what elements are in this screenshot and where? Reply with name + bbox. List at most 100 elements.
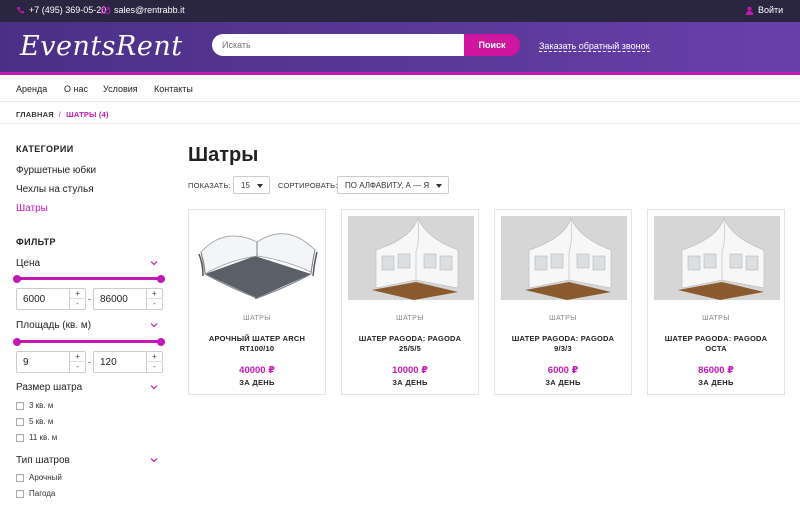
decrement-button[interactable]: -	[147, 299, 163, 309]
pagoda-tent-icon[interactable]	[348, 216, 474, 300]
chevron-down-icon[interactable]	[150, 456, 158, 464]
login-link[interactable]: Войти	[745, 5, 783, 15]
checkbox-label: 3 кв. м	[29, 401, 54, 410]
site-header: EventsRent Поиск Заказать обратный звоно…	[0, 22, 800, 75]
callback-link[interactable]: Заказать обратный звонок	[539, 41, 650, 52]
decrement-button[interactable]: -	[70, 299, 86, 309]
show-count-value: 15	[241, 180, 250, 190]
category-item-tents[interactable]: Шатры	[16, 203, 48, 214]
decrement-button[interactable]: -	[147, 362, 163, 372]
filter-title: ФИЛЬТР	[16, 237, 56, 247]
sort-select[interactable]: ПО АЛФАВИТУ, А — Я	[337, 176, 449, 194]
price-max-stepper[interactable]: + -	[146, 289, 163, 309]
caret-down-icon	[257, 184, 263, 188]
product-card[interactable]: ШАТРЫ ШАТЕР PAGODA: PAGODA OCTA 86000 ₽ …	[647, 209, 785, 395]
area-min-value: 9	[23, 356, 29, 368]
checkbox[interactable]	[16, 489, 24, 498]
area-max-input[interactable]: 120 + -	[93, 351, 163, 373]
increment-button[interactable]: +	[69, 289, 86, 299]
email-address: sales@rentrabb.it	[114, 5, 185, 15]
search-button[interactable]: Поиск	[464, 34, 520, 56]
category-item-chair-covers[interactable]: Чехлы на стулья	[16, 184, 94, 195]
price-period: ЗА ДЕНЬ	[545, 378, 581, 387]
breadcrumb-current: ШАТРЫ (4)	[66, 110, 109, 119]
decrement-button[interactable]: -	[70, 362, 86, 372]
checkbox[interactable]	[16, 433, 24, 442]
product-price: 10000 ₽	[392, 365, 428, 376]
checkbox-label: Пагода	[29, 489, 56, 498]
arch-tent-icon[interactable]	[195, 216, 321, 300]
email-link[interactable]: sales@rentrabb.it	[101, 5, 185, 15]
range-dash: -	[88, 294, 91, 304]
chevron-down-icon[interactable]	[150, 321, 158, 329]
checkbox-label: 11 кв. м	[29, 433, 58, 442]
show-label: ПОКАЗАТЬ:	[188, 181, 231, 190]
area-filter-label[interactable]: Площадь (кв. м)	[16, 320, 91, 331]
price-max-value: 86000	[100, 293, 128, 305]
product-category: ШАТРЫ	[549, 315, 577, 322]
phone-icon	[16, 6, 25, 13]
tent-type-filter-label[interactable]: Тип шатров	[16, 455, 70, 466]
checkbox-label: Арочный	[29, 473, 62, 482]
sort-label: СОРТИРОВАТЬ:	[278, 181, 338, 190]
product-name[interactable]: ШАТЕР PAGODA: PAGODA 9/3/3	[503, 334, 623, 354]
phone-link[interactable]: +7 (495) 369-05-20	[16, 5, 106, 15]
area-min-stepper[interactable]: + -	[69, 352, 86, 372]
area-range-slider[interactable]	[13, 337, 165, 346]
product-price: 86000 ₽	[698, 365, 734, 376]
price-range-slider[interactable]	[13, 274, 165, 283]
product-name[interactable]: АРОЧНЫЙ ШАТЕР ARCH RT100/10	[197, 334, 317, 354]
product-card[interactable]: ШАТРЫ ШАТЕР PAGODA: PAGODA 9/3/3 6000 ₽ …	[494, 209, 632, 395]
price-min-value: 6000	[23, 293, 46, 305]
increment-button[interactable]: +	[146, 352, 163, 362]
increment-button[interactable]: +	[146, 289, 163, 299]
pagoda-tent-icon[interactable]	[501, 216, 627, 300]
chevron-down-icon[interactable]	[150, 383, 158, 391]
type-option-arched[interactable]: Арочный	[16, 473, 62, 482]
logo[interactable]: EventsRent	[20, 31, 183, 62]
breadcrumb-separator: /	[58, 110, 62, 119]
category-item-skirts[interactable]: Фуршетные юбки	[16, 165, 96, 176]
price-period: ЗА ДЕНЬ	[392, 378, 428, 387]
chevron-down-icon[interactable]	[150, 259, 158, 267]
product-name[interactable]: ШАТЕР PAGODA: PAGODA 25/5/5	[350, 334, 470, 354]
area-min-input[interactable]: 9 + -	[16, 351, 86, 373]
caret-down-icon	[436, 184, 442, 188]
type-option-pagoda[interactable]: Пагода	[16, 489, 55, 498]
increment-button[interactable]: +	[69, 352, 86, 362]
checkbox[interactable]	[16, 417, 24, 426]
product-category: ШАТРЫ	[243, 315, 271, 322]
nav-item-terms[interactable]: Условия	[103, 84, 138, 94]
area-max-stepper[interactable]: + -	[146, 352, 163, 372]
size-option-5[interactable]: 5 кв. м	[16, 417, 53, 426]
size-option-3[interactable]: 3 кв. м	[16, 401, 53, 410]
price-filter-label[interactable]: Цена	[16, 258, 40, 269]
tent-size-filter-label[interactable]: Размер шатра	[16, 382, 82, 393]
price-period: ЗА ДЕНЬ	[698, 378, 734, 387]
product-name[interactable]: ШАТЕР PAGODA: PAGODA OCTA	[656, 334, 776, 354]
phone-number: +7 (495) 369-05-20	[29, 5, 107, 15]
show-count-select[interactable]: 15	[233, 176, 270, 194]
product-card[interactable]: ШАТРЫ АРОЧНЫЙ ШАТЕР ARCH RT100/10 40000 …	[188, 209, 326, 395]
product-card[interactable]: ШАТРЫ ШАТЕР PAGODA: PAGODA 25/5/5 10000 …	[341, 209, 479, 395]
user-icon	[745, 6, 754, 15]
nav-item-about[interactable]: О нас	[64, 84, 88, 94]
divider	[0, 123, 800, 124]
range-dash: -	[88, 357, 91, 367]
price-max-input[interactable]: 86000 + -	[93, 288, 163, 310]
search-input[interactable]	[212, 34, 464, 56]
top-bar: +7 (495) 369-05-20 sales@rentrabb.it Вой…	[0, 0, 800, 22]
size-option-11[interactable]: 11 кв. м	[16, 433, 57, 442]
pagoda-tent-icon[interactable]	[654, 216, 780, 300]
nav-item-contacts[interactable]: Контакты	[154, 84, 193, 94]
price-min-input[interactable]: 6000 + -	[16, 288, 86, 310]
checkbox[interactable]	[16, 401, 24, 410]
checkbox[interactable]	[16, 473, 24, 482]
price-min-stepper[interactable]: + -	[69, 289, 86, 309]
breadcrumb: ГЛАВНАЯ / ШАТРЫ (4)	[16, 110, 109, 119]
breadcrumb-home[interactable]: ГЛАВНАЯ	[16, 110, 54, 119]
sort-value: ПО АЛФАВИТУ, А — Я	[345, 180, 430, 190]
product-category: ШАТРЫ	[396, 315, 424, 322]
nav-item-rent[interactable]: Аренда	[16, 84, 47, 94]
product-category: ШАТРЫ	[702, 315, 730, 322]
